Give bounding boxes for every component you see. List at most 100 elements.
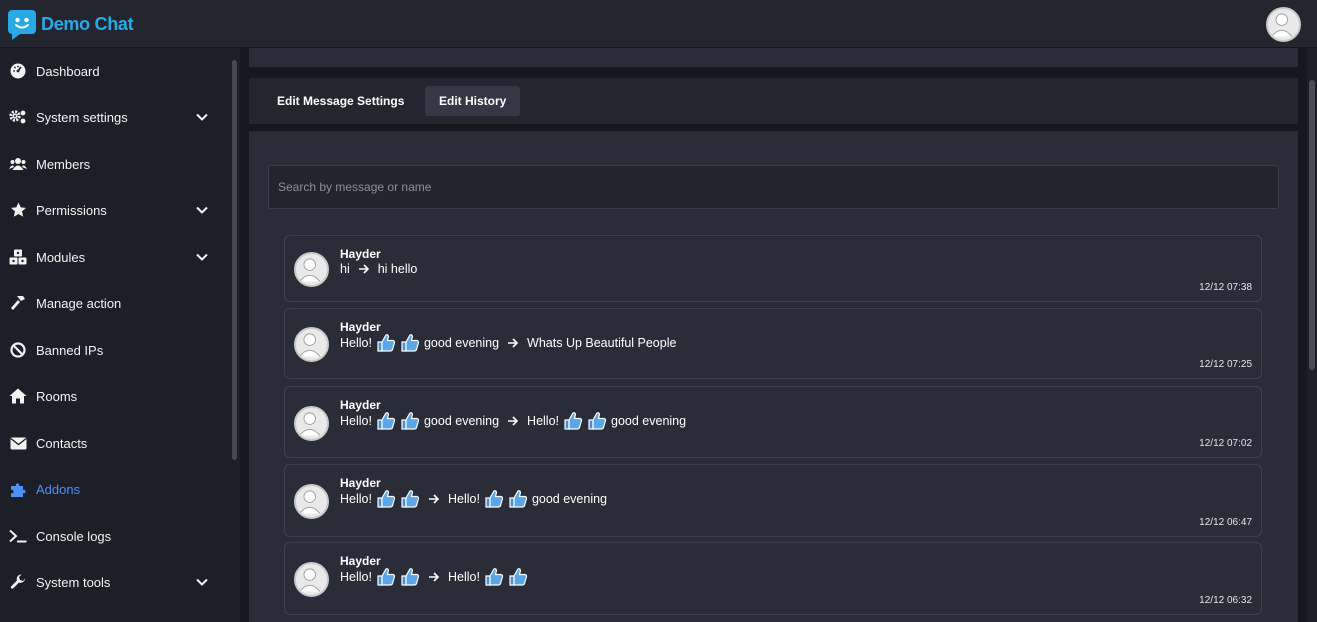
- message-before: Hello! good evening: [340, 333, 499, 353]
- sidebar-item-label: Manage action: [36, 295, 122, 311]
- thumbs-up-emoji-icon: [376, 489, 396, 509]
- thumbs-up-emoji-icon: [484, 567, 504, 587]
- tab-bar: Edit Message Settings Edit History: [249, 78, 1298, 126]
- message-text: Hello!: [340, 570, 372, 584]
- sidebar-item-dashboard[interactable]: Dashboard: [0, 51, 228, 91]
- sender-name[interactable]: Hayder: [340, 554, 381, 568]
- message-text: hi hello: [377, 262, 418, 276]
- sidebar-item-label: Contacts: [36, 435, 88, 451]
- message-change: Hello! good evening Hello! good evening: [340, 411, 686, 431]
- thumbs-up-emoji-icon: [400, 567, 420, 587]
- users-icon: [9, 155, 27, 173]
- sidebar-item-system-settings[interactable]: System settings: [0, 97, 228, 137]
- puzzle-icon: [9, 480, 27, 498]
- sender-name[interactable]: Hayder: [340, 476, 381, 490]
- arrow-right-icon: [358, 263, 370, 275]
- chevron-down-icon: [196, 206, 208, 214]
- timestamp: 12/12 06:32: [1199, 595, 1252, 606]
- thumbs-up-emoji-icon: [587, 411, 607, 431]
- sidebar-item-members[interactable]: Members: [0, 144, 228, 184]
- avatar[interactable]: [294, 484, 329, 519]
- cubes-icon: [9, 248, 27, 266]
- thumbs-up-emoji-icon: [400, 333, 420, 353]
- sidebar-item-system-tools[interactable]: System tools: [0, 562, 228, 602]
- ban-icon: [9, 341, 27, 359]
- sidebar-item-addons[interactable]: Addons: [0, 469, 228, 509]
- sidebar-item-label: Members: [36, 156, 91, 172]
- thumbs-up-emoji-icon: [400, 489, 420, 509]
- sidebar-scrollbar-thumb[interactable]: [232, 60, 237, 460]
- sidebar-item-console-logs[interactable]: Console logs: [0, 516, 228, 556]
- sidebar-item-contacts[interactable]: Contacts: [0, 423, 228, 463]
- sender-name[interactable]: Hayder: [340, 247, 381, 261]
- sender-name[interactable]: Hayder: [340, 320, 381, 334]
- thumbs-up-emoji-icon: [508, 567, 528, 587]
- sidebar-item-rooms[interactable]: Rooms: [0, 376, 228, 416]
- message-text: Whats Up Beautiful People: [527, 336, 677, 350]
- home-icon: [9, 387, 27, 405]
- message-text: good evening: [423, 414, 500, 428]
- avatar[interactable]: [294, 327, 329, 362]
- tab-edit-history[interactable]: Edit History: [425, 86, 521, 116]
- sender-name[interactable]: Hayder: [340, 398, 381, 412]
- message-text: good evening: [531, 492, 608, 506]
- history-entry[interactable]: Hayder Hello! good evening Hello! good eveni…: [284, 386, 1262, 458]
- sidebar-item-modules[interactable]: Modules: [0, 237, 228, 277]
- message-before: Hello! good evening: [340, 411, 499, 431]
- user-avatar[interactable]: [1266, 7, 1301, 42]
- dashboard-icon: [9, 62, 27, 80]
- main-scrollbar-thumb[interactable]: [1309, 80, 1315, 370]
- avatar[interactable]: [294, 562, 329, 597]
- arrow-right-icon: [428, 493, 440, 505]
- message-after: Hello! good evening: [527, 411, 686, 431]
- sidebar-item-manage-action[interactable]: Manage action: [0, 283, 228, 323]
- message-change: Hello! good evening Whats Up Beautiful Peo…: [340, 333, 676, 353]
- sidebar-item-label: Rooms: [36, 388, 78, 404]
- message-before: hi: [340, 262, 350, 276]
- sidebar-item-label: Modules: [36, 249, 86, 265]
- chat-bubble-logo-icon: [8, 10, 36, 40]
- message-after: hi hello: [378, 262, 418, 276]
- chevron-down-icon: [196, 113, 208, 121]
- sidebar-item-permissions[interactable]: Permissions: [0, 190, 228, 230]
- sidebar-item-label: Dashboard: [36, 63, 100, 79]
- tab-edit-message-settings[interactable]: Edit Message Settings: [263, 86, 418, 116]
- message-before: Hello!: [340, 567, 420, 587]
- message-change: hi hi hello: [340, 262, 417, 276]
- chevron-down-icon: [196, 578, 208, 586]
- thumbs-up-emoji-icon: [376, 567, 396, 587]
- sidebar-item-banned-ips[interactable]: Banned IPs: [0, 330, 228, 370]
- arrow-right-icon: [428, 571, 440, 583]
- thumbs-up-emoji-icon: [400, 411, 420, 431]
- top-panel: [249, 48, 1298, 67]
- message-text: Hello!: [340, 414, 372, 428]
- timestamp: 12/12 06:47: [1199, 517, 1252, 528]
- message-text: Hello!: [527, 414, 560, 428]
- sidebar-item-label: Permissions: [36, 202, 107, 218]
- avatar[interactable]: [294, 252, 329, 287]
- terminal-icon: [9, 527, 27, 545]
- message-text: hi: [340, 262, 350, 276]
- history-entry[interactable]: Hayder Hello! Hello! good evening 12/12 06:4…: [284, 464, 1262, 537]
- search-input[interactable]: [268, 165, 1279, 209]
- history-entry[interactable]: Hayder Hello! good evening Whats Up Beautif…: [284, 308, 1262, 379]
- thumbs-up-emoji-icon: [508, 489, 528, 509]
- message-text: Hello!: [340, 336, 372, 350]
- message-text: Hello!: [340, 492, 372, 506]
- envelope-icon: [9, 434, 27, 452]
- arrow-right-icon: [507, 337, 519, 349]
- message-after: Hello!: [448, 567, 528, 587]
- history-entry[interactable]: Hayder Hello! Hello! 12/12 06:32: [284, 542, 1262, 615]
- sidebar-item-label: Console logs: [36, 528, 112, 544]
- message-text: Hello!: [447, 492, 480, 506]
- timestamp: 12/12 07:38: [1199, 282, 1252, 293]
- top-bar: Demo Chat: [0, 0, 1317, 48]
- sidebar-item-label: System settings: [36, 109, 128, 125]
- message-text: good evening: [423, 336, 500, 350]
- history-entry[interactable]: Hayder hi hi hello 12/12 07:38: [284, 235, 1262, 302]
- app-logo[interactable]: Demo Chat: [8, 8, 134, 40]
- sidebar-item-label: System tools: [36, 574, 111, 590]
- avatar[interactable]: [294, 405, 329, 441]
- message-text: good evening: [611, 414, 687, 428]
- cogs-icon: [9, 108, 27, 126]
